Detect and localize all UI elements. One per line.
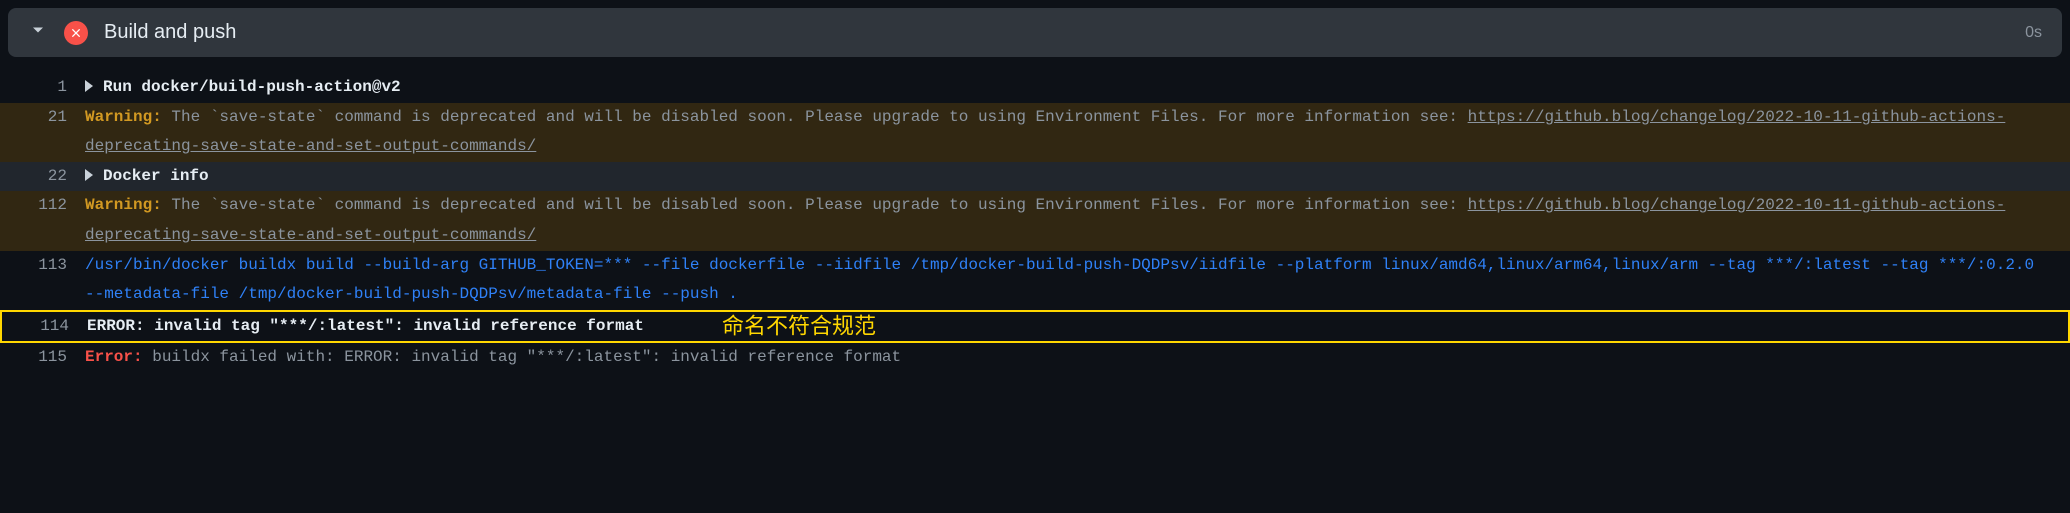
log-line[interactable]: 113 /usr/bin/docker buildx build --build… [0,251,2070,310]
annotation-label: 命名不符合规范 [722,306,876,347]
job-step-header[interactable]: Build and push 0s [8,8,2062,57]
log-line-error[interactable]: 115 Error: buildx failed with: ERROR: in… [0,343,2070,373]
log-output: 1 Run docker/build-push-action@v2 21 War… [0,73,2070,373]
line-content: Error: buildx failed with: ERROR: invali… [85,343,2070,373]
line-content: Warning: The `save-state` command is dep… [85,103,2070,162]
line-number: 22 [0,162,85,192]
error-prefix: Error: [85,348,143,366]
line-content: Docker info [85,162,2070,192]
status-failed-icon [64,21,88,45]
line-number: 21 [0,103,85,133]
expand-arrow-icon[interactable] [85,169,93,181]
job-step-duration: 0s [2025,24,2042,42]
warning-prefix: Warning: [85,108,162,126]
log-line[interactable]: 22 Docker info [0,162,2070,192]
chevron-down-icon[interactable] [28,20,48,45]
line-content-command: /usr/bin/docker buildx build --build-arg… [85,251,2070,310]
log-line-warning[interactable]: 112 Warning: The `save-state` command is… [0,191,2070,250]
line-content: Run docker/build-push-action@v2 [85,73,2070,103]
line-number: 115 [0,343,85,373]
job-step-title: Build and push [104,21,2025,44]
line-number: 114 [2,312,87,342]
log-line[interactable]: 1 Run docker/build-push-action@v2 [0,73,2070,103]
line-number: 113 [0,251,85,281]
line-number: 112 [0,191,85,221]
expand-arrow-icon[interactable] [85,80,93,92]
log-line-warning[interactable]: 21 Warning: The `save-state` command is … [0,103,2070,162]
log-line-highlighted[interactable]: 114 ERROR: invalid tag "***/:latest": in… [0,310,2070,344]
line-content-error: ERROR: invalid tag "***/:latest": invali… [87,312,2068,342]
warning-prefix: Warning: [85,196,162,214]
line-number: 1 [0,73,85,103]
line-content: Warning: The `save-state` command is dep… [85,191,2070,250]
